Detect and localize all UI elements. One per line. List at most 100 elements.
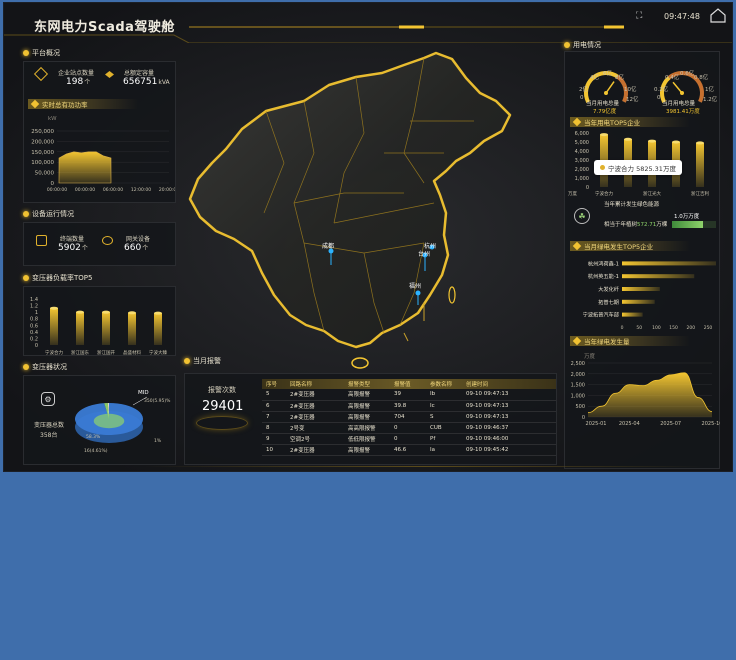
pie-label-pct: 58.3% [86, 435, 101, 440]
table-row[interactable]: 9 空调2号 低低限报警 0 Pf 09-10 09:46:00 [262, 433, 556, 445]
green-equiv: 相当于年植树572.71万棵 [604, 222, 668, 228]
green-y-tick: 大发化纤 [598, 285, 619, 293]
load-y-tick: 1 [35, 310, 38, 316]
load-bar [154, 313, 162, 345]
table-row[interactable]: 8 2号变 高高限报警 0 CUB 09-10 09:46:37 [262, 422, 556, 434]
gauge-hub [680, 91, 684, 95]
map-label-taizhou: 台州 [418, 251, 431, 258]
col-value: 报警值 [394, 382, 411, 388]
rt-x-tick: 06:00:00 [103, 187, 123, 193]
yearly-y-tick: 1,500 [571, 383, 585, 389]
gauge2-value: 3981.41万度 [666, 109, 700, 115]
load-bar [50, 308, 58, 345]
map-label-chengdu: 成都 [322, 243, 335, 250]
load-bar-cap [102, 310, 110, 314]
fullscreen-button[interactable]: ⛶ [636, 11, 648, 23]
gauge2-tick-3: 0.8亿 [694, 75, 709, 81]
gauge1-label: 当月用电总量 [586, 101, 620, 107]
green-y-tick: 拓普七期 [598, 298, 619, 306]
usage-unit: 万度 [568, 190, 577, 197]
expand-icon: ⛶ [636, 11, 643, 21]
usage-y-tick: 4,000 [575, 149, 589, 155]
table-row[interactable]: 6 2#变压器 高限报警 39.8 Ic 09-10 09:47:13 [262, 400, 556, 412]
pie-legend-mid: MID [138, 390, 149, 396]
terminal-label: 终端数量 [60, 236, 85, 243]
col-type: 报警类型 [348, 382, 371, 388]
usage-bar-cap [696, 141, 704, 145]
green-bar [622, 299, 655, 304]
realtime-power-bar: 实时总有功功率 [28, 99, 138, 109]
green-x-tick: 0 [621, 325, 624, 331]
alarm-count-ring [196, 416, 248, 430]
tooltip-dot [600, 165, 605, 170]
load-y-tick: 0.4 [30, 330, 38, 336]
gauge2-label: 当月用电总量 [662, 101, 696, 107]
usage-bar-cap [624, 137, 632, 141]
devices-panel-title: 设备运行情况 [23, 208, 74, 220]
home-icon [710, 8, 726, 23]
usage-y-tick: 2,000 [575, 167, 589, 173]
green-progress-fill [672, 221, 703, 228]
terminal-value: 5902个 [58, 243, 88, 253]
transformer-status-pie [75, 396, 148, 443]
load-x-tick: 晶盛材料 [123, 349, 141, 356]
yearly-area [588, 372, 712, 417]
rt-area [58, 151, 112, 184]
load-y-tick: 1.2 [30, 304, 38, 310]
green-y-tick: 杭州鸿荷鑫-1 [588, 259, 619, 267]
gauge2-tick-6: 1.2亿 [703, 97, 718, 103]
rt-y-tick: 200,000 [31, 139, 54, 145]
load-x-tick: 宁波大臻 [149, 349, 167, 356]
yearly-x-tick: 2025-10 [702, 421, 720, 427]
rt-y-tick: 50,000 [35, 171, 55, 177]
rt-y-tick: 0 [51, 181, 55, 187]
terminal-icon [36, 235, 47, 246]
col-time: 创建时间 [466, 382, 489, 388]
gauge1-tick-2: 6亿 [603, 71, 612, 77]
gauge2-tick-5: 0 [657, 95, 661, 101]
gauge1-tick-6: 12亿 [626, 97, 639, 103]
map-label-fuzhou: 福州 [409, 283, 422, 290]
table-row[interactable]: 7 2#变压器 高限报警 704 S 09-10 09:47:13 [262, 411, 556, 423]
yearly-green-bar: 当年绿电发生量 [570, 336, 690, 346]
green-title: 当年累计发生绿色能源 [604, 202, 660, 208]
load-bar [128, 312, 136, 345]
pie-label-bottom: 16(4.61%) [84, 449, 108, 454]
green-top5-chart: 杭州鸿荷鑫-1 杭州英五能-1 大发化纤拓普七期宁波拓普汽车部0 50 100 150 20… [583, 259, 716, 331]
yearly-y-tick: 1,000 [571, 393, 585, 399]
realtime-power-chart: 250,000200,000150,000100,00050,000000:00… [31, 129, 175, 193]
green-energy-icon: ☘ [574, 208, 590, 224]
load-y-tick: 0.2 [30, 336, 38, 342]
load-y-tick: 0 [35, 343, 38, 349]
gauge2-tick-2: 0.6亿 [680, 71, 695, 77]
enterprise-value: 198个 [66, 77, 91, 87]
alarm-panel-title: 当月报警 [184, 355, 221, 367]
rt-y-tick: 250,000 [31, 129, 54, 135]
alarm-count-value: 29401 [202, 399, 244, 414]
load-panel-title: 变压器负载率TOP5 [23, 272, 92, 284]
gateway-label: 网关设备 [126, 236, 151, 243]
clock: 09:47:48 [664, 12, 700, 21]
top5-usage-bar: 当年用电TOP5企业 [570, 117, 690, 127]
electricity-panel-title: 用电情况 [564, 39, 601, 51]
gauge1-tick-0: 2亿 [579, 87, 588, 93]
gauge-needle [605, 81, 615, 94]
usage-x-tick: 浙江吉利 [691, 190, 709, 197]
home-button[interactable] [709, 7, 727, 23]
usage-bar-cap [648, 139, 656, 143]
empty-area [0, 474, 736, 660]
rt-x-tick: 00:00:00 [75, 187, 95, 193]
pie-label-low: 1% [154, 439, 162, 444]
load-bar-cap [76, 310, 84, 314]
enterprise-label: 企业站点数量 [58, 70, 95, 77]
load-bar [76, 312, 84, 345]
table-row[interactable]: 10 2#变压器 高限报警 46.6 Ia 09-10 09:45:42 [262, 444, 556, 456]
usage-y-tick: 1,000 [575, 176, 589, 182]
pie-legend-mid-pct: 350(5.95)% [144, 399, 171, 404]
table-row[interactable]: 5 2#变压器 高限报警 39 Ib 09-10 09:47:13 [262, 389, 556, 401]
gauge2-tick-1: 0.4亿 [665, 75, 680, 81]
load-bar-cap [154, 311, 162, 315]
capacity-value: 656751kVA [123, 77, 170, 87]
rt-y-tick: 150,000 [31, 150, 54, 156]
green-saved: 1.0万万度 [674, 214, 700, 220]
